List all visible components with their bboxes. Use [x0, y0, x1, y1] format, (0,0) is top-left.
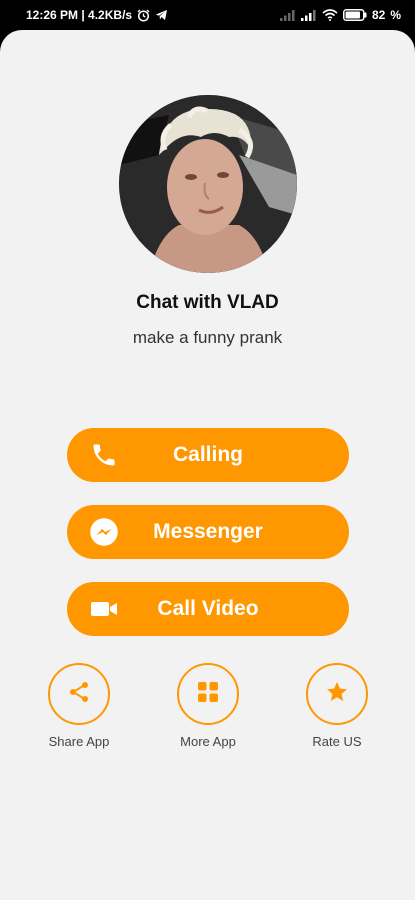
calling-button[interactable]: Calling: [67, 428, 349, 482]
rate-us-button[interactable]: [306, 663, 368, 725]
rate-us-item: Rate US: [287, 663, 387, 749]
avatar-illustration: [119, 95, 297, 273]
call-video-button[interactable]: Call Video: [67, 582, 349, 636]
share-icon: [67, 680, 91, 709]
status-bar: 12:26 PM | 4.2KB/s 82%: [0, 0, 415, 30]
page-subtitle: make a funny prank: [132, 328, 283, 347]
battery-percent-sign: %: [390, 8, 401, 22]
wifi-icon: [322, 9, 338, 21]
grid-icon: [197, 681, 219, 708]
messenger-button[interactable]: Messenger: [67, 505, 349, 559]
status-left: 12:26 PM | 4.2KB/s: [26, 8, 168, 22]
share-app-item: Share App: [29, 663, 129, 749]
call-video-label: Call Video: [157, 597, 259, 620]
alarm-icon: [137, 9, 150, 22]
status-right: 82%: [279, 8, 401, 22]
battery-level: 82: [371, 8, 386, 22]
calling-label: Calling: [172, 443, 243, 466]
share-app-button[interactable]: [48, 663, 110, 725]
signal-icon-2: [300, 9, 317, 21]
more-app-label: More App: [180, 734, 236, 749]
page-title: Chat with VLAD: [136, 292, 279, 313]
rate-us-label: Rate US: [312, 734, 362, 749]
phone-icon: [89, 441, 119, 469]
share-app-label: Share App: [48, 734, 110, 749]
avatar: [119, 95, 297, 273]
messenger-label: Messenger: [153, 520, 263, 543]
telegram-icon: [155, 9, 168, 21]
messenger-icon: [89, 518, 119, 546]
more-app-button[interactable]: [177, 663, 239, 725]
more-app-item: More App: [158, 663, 258, 749]
status-time-speed: 12:26 PM | 4.2KB/s: [26, 8, 133, 22]
star-icon: [325, 680, 349, 709]
signal-icon: [279, 9, 296, 21]
main-sheet: Chat with VLAD make a funny prank Callin…: [0, 30, 415, 900]
battery-icon: [342, 9, 367, 21]
video-camera-icon: [89, 595, 119, 623]
